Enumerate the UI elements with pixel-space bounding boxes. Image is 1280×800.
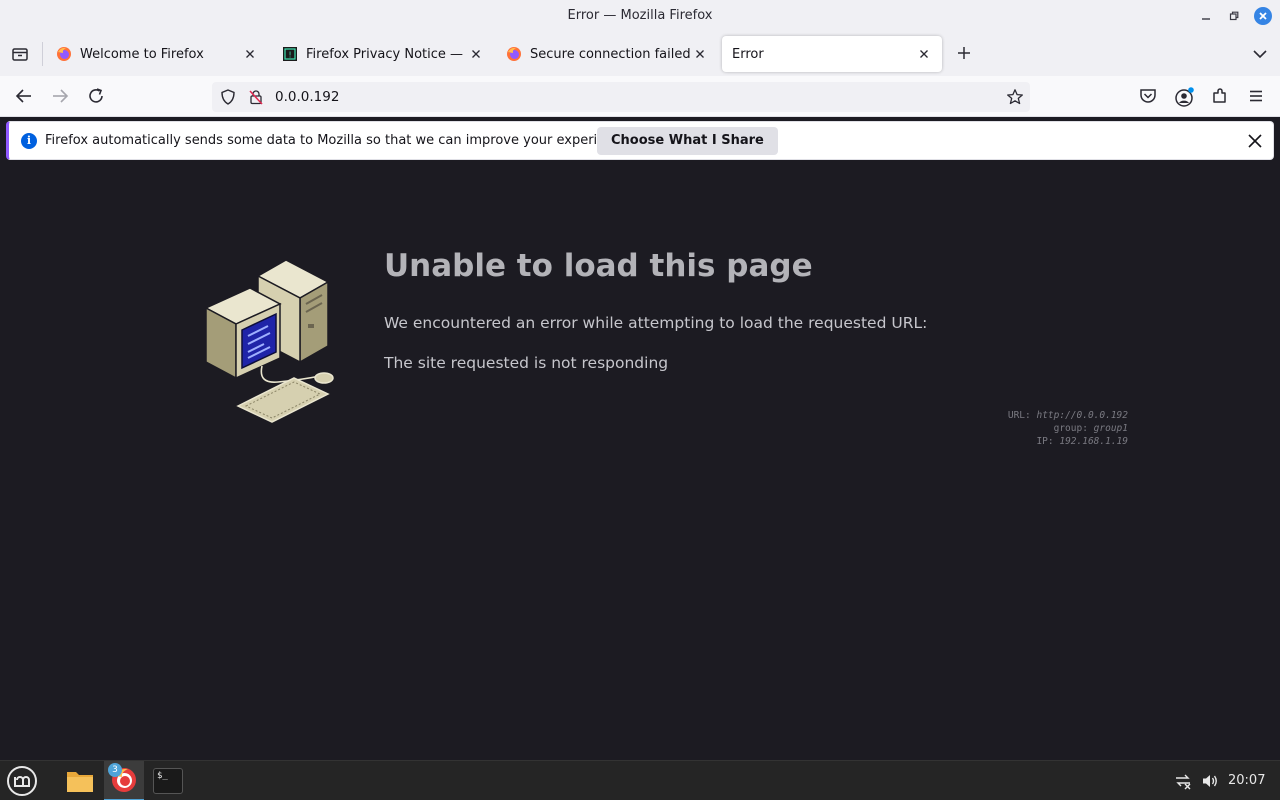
terminal-icon: $_ xyxy=(153,768,183,794)
close-tab-button[interactable] xyxy=(468,46,484,62)
window-titlebar: Error — Mozilla Firefox xyxy=(0,0,1280,32)
arrow-left-icon xyxy=(15,89,31,103)
meta-ip-row: IP: 192.168.1.19 xyxy=(1036,436,1128,447)
error-detail: The site requested is not responding xyxy=(384,354,669,372)
folder-icon xyxy=(67,772,93,792)
svg-text:!: ! xyxy=(288,51,293,60)
reload-button[interactable] xyxy=(86,86,106,106)
error-metadata: URL: http://0.0.0.192 group: group1 IP: … xyxy=(1008,409,1128,448)
tab-separator xyxy=(42,42,43,66)
volume-icon xyxy=(1203,775,1217,787)
close-tab-button[interactable] xyxy=(242,46,258,62)
tab-welcome[interactable]: Welcome to Firefox xyxy=(46,36,268,72)
error-description: We encountered an error while attempting… xyxy=(384,314,928,332)
tab-label: Error xyxy=(732,46,764,62)
account-button[interactable] xyxy=(1174,86,1194,107)
network-tray-button[interactable] xyxy=(1174,772,1192,790)
close-notification-button[interactable] xyxy=(1245,131,1265,151)
minimize-icon xyxy=(1202,18,1210,20)
tab-label: Secure connection failed and Firefox xyxy=(530,46,692,62)
choose-what-i-share-button[interactable]: Choose What I Share xyxy=(597,127,778,155)
close-tab-button[interactable] xyxy=(692,46,708,62)
restore-icon xyxy=(1229,11,1239,21)
taskbar: 3 $_ 20:07 xyxy=(0,760,1280,800)
account-icon xyxy=(1175,87,1194,107)
error-heading: Unable to load this page xyxy=(384,248,813,284)
notification-message: Firefox automatically sends some data to… xyxy=(45,133,633,148)
privacy-notice-icon: ! xyxy=(283,47,297,61)
forward-button[interactable] xyxy=(50,86,70,106)
hamburger-menu-icon xyxy=(1250,90,1262,102)
navigation-toolbar: 0.0.0.192 xyxy=(0,76,1280,117)
meta-url-row: URL: http://0.0.0.192 xyxy=(1007,410,1128,421)
firefox-view-button[interactable] xyxy=(10,44,30,64)
tab-secure-connection[interactable]: Secure connection failed and Firefox xyxy=(496,36,718,72)
extensions-button[interactable] xyxy=(1210,86,1230,106)
url-bar[interactable]: 0.0.0.192 xyxy=(212,82,1030,112)
terminal-launcher[interactable]: $_ xyxy=(148,761,188,800)
url-text[interactable]: 0.0.0.192 xyxy=(275,89,339,105)
tab-privacy-notice[interactable]: ! Firefox Privacy Notice — Mozilla xyxy=(272,36,494,72)
data-reporting-notification: i Firefox automatically sends some data … xyxy=(6,121,1274,160)
plus-icon xyxy=(958,47,970,59)
reload-icon xyxy=(89,88,103,103)
shield-icon[interactable] xyxy=(220,89,236,105)
minimize-window-button[interactable] xyxy=(1198,8,1214,24)
close-icon xyxy=(696,50,704,58)
tab-label: Firefox Privacy Notice — Mozilla xyxy=(306,46,468,62)
window-title: Error — Mozilla Firefox xyxy=(567,8,713,23)
close-icon xyxy=(472,50,480,58)
mint-menu-icon xyxy=(7,766,37,796)
back-button[interactable] xyxy=(14,86,34,106)
close-icon xyxy=(1248,134,1262,148)
firefox-icon xyxy=(507,47,521,61)
start-menu-button[interactable] xyxy=(2,761,42,800)
chevron-down-icon xyxy=(1253,50,1267,59)
tab-strip: Welcome to Firefox ! Firefox Privacy Not… xyxy=(0,32,1280,76)
network-disconnected-icon xyxy=(1176,774,1191,790)
maximize-window-button[interactable] xyxy=(1226,8,1242,24)
window-count-badge: 3 xyxy=(108,763,122,777)
tab-error[interactable]: Error xyxy=(722,36,942,72)
insecure-lock-icon[interactable] xyxy=(248,89,264,105)
info-icon: i xyxy=(21,133,37,149)
close-window-button[interactable] xyxy=(1254,7,1272,25)
bookmark-star-icon[interactable] xyxy=(1006,88,1024,106)
arrow-right-icon xyxy=(53,89,69,103)
firefox-icon xyxy=(57,47,71,61)
volume-tray-button[interactable] xyxy=(1201,772,1219,790)
close-icon xyxy=(246,50,254,58)
app-menu-button[interactable] xyxy=(1246,86,1266,106)
puzzle-icon xyxy=(1213,88,1226,103)
close-tab-button[interactable] xyxy=(916,46,932,62)
files-launcher[interactable] xyxy=(60,761,100,800)
meta-group-row: group: group1 xyxy=(1053,423,1128,434)
pocket-button[interactable] xyxy=(1138,86,1158,106)
error-page: Unable to load this page We encountered … xyxy=(0,166,1280,760)
clock[interactable]: 20:07 xyxy=(1228,773,1265,788)
retro-computer-illustration xyxy=(204,259,334,423)
new-tab-button[interactable] xyxy=(954,44,974,64)
close-icon xyxy=(920,50,928,58)
close-icon xyxy=(1259,12,1267,20)
firefox-view-icon xyxy=(12,48,28,61)
pocket-icon xyxy=(1140,89,1156,103)
list-all-tabs-button[interactable] xyxy=(1250,44,1270,64)
tab-label: Welcome to Firefox xyxy=(80,46,204,62)
